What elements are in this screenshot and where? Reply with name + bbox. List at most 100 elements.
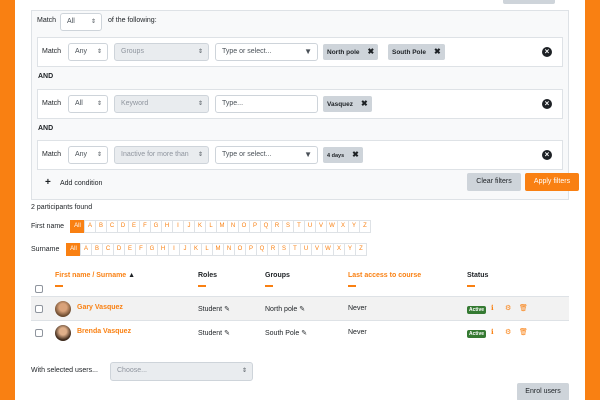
- tag-vasquez: Vasquez ✖: [323, 96, 372, 112]
- match-all-value: All: [67, 18, 75, 25]
- row-field-select[interactable]: Keyword ⇕: [114, 95, 209, 113]
- participants-page: Match All ⇕ of the following: Match Any ⇕ …: [15, 0, 585, 400]
- row-checkbox[interactable]: [35, 329, 43, 337]
- info-icon[interactable]: ℹ: [491, 328, 494, 336]
- header-name[interactable]: First name / Surname ▲: [55, 272, 135, 279]
- row-field-value: Groups: [121, 48, 144, 55]
- user-name-link[interactable]: Brenda Vasquez: [77, 328, 131, 335]
- row-field-value: Keyword: [121, 100, 149, 107]
- apply-filters-button[interactable]: Apply filters: [525, 173, 579, 191]
- surname-label: Surname: [31, 246, 60, 253]
- group-cell: North pole ✎: [265, 305, 305, 313]
- row-match-label: Match: [42, 100, 62, 107]
- remove-condition-icon[interactable]: ×: [542, 99, 552, 109]
- table-row: Gary Vasquez Student ✎ North pole ✎ Neve…: [31, 296, 569, 320]
- bulk-action-label: With selected users...: [31, 367, 98, 374]
- role-value: Student: [198, 306, 223, 313]
- header-roles: Roles: [198, 272, 218, 279]
- row-value-input[interactable]: Type...: [215, 95, 318, 113]
- first-name-label: First name: [31, 223, 65, 230]
- trash-icon[interactable]: 🗑: [519, 304, 528, 312]
- filter-row-groups: Match Any ⇕ Groups ⇕ Type or select... ▼ No…: [37, 37, 563, 67]
- collapse-column-icon[interactable]: [265, 285, 273, 287]
- row-value-placeholder: Type or select...: [222, 48, 272, 55]
- surname-letter[interactable]: Z: [355, 243, 367, 256]
- header-first-name[interactable]: First name: [55, 272, 90, 279]
- avatar: [55, 301, 71, 317]
- row-match-value: Any: [75, 151, 88, 158]
- pencil-icon[interactable]: ✎: [224, 306, 230, 313]
- trash-icon[interactable]: 🗑: [519, 328, 528, 336]
- group-value: North pole: [265, 306, 298, 313]
- tag-4-days: 4 days ✖: [323, 147, 363, 163]
- and-label: AND: [38, 125, 54, 132]
- row-match-label: Match: [42, 151, 62, 158]
- tag-label: South Pole: [392, 49, 426, 56]
- bulk-action-placeholder: Choose...: [117, 367, 147, 374]
- role-cell: Student ✎: [198, 305, 230, 313]
- row-field-select[interactable]: Inactive for more than ⇕: [114, 146, 209, 164]
- info-icon[interactable]: ℹ: [491, 304, 494, 312]
- row-checkbox[interactable]: [35, 305, 43, 313]
- table-row: Brenda Vasquez Student ✎ South Pole ✎ Ne…: [31, 320, 569, 344]
- gear-icon[interactable]: ⚙: [505, 328, 511, 336]
- status-badge: Active: [467, 330, 487, 338]
- user-name-link[interactable]: Gary Vasquez: [77, 304, 123, 311]
- tag-north-pole: North pole ✖: [323, 44, 379, 60]
- remove-tag-icon[interactable]: ✖: [368, 47, 375, 56]
- row-value-select[interactable]: Type or select... ▼: [215, 146, 318, 164]
- dropdown-icon: ▼: [304, 150, 312, 159]
- tag-south-pole: South Pole ✖: [388, 44, 445, 60]
- row-match-select[interactable]: Any ⇕: [68, 146, 108, 164]
- enrol-users-button[interactable]: Enrol users: [517, 383, 569, 400]
- row-match-select[interactable]: All ⇕: [68, 95, 108, 113]
- bulk-action-select[interactable]: Choose... ⇕: [110, 362, 253, 381]
- collapse-column-icon[interactable]: [55, 285, 63, 287]
- match-label: Match: [37, 17, 57, 24]
- row-value-placeholder: Type...: [222, 100, 244, 107]
- header-last-access[interactable]: Last access to course: [348, 272, 421, 279]
- match-all-select[interactable]: All ⇕: [60, 13, 102, 31]
- filter-panel: Match All ⇕ of the following: Match Any ⇕ …: [31, 10, 579, 200]
- remove-tag-icon[interactable]: ✖: [361, 99, 368, 108]
- pencil-icon[interactable]: ✎: [224, 330, 230, 337]
- remove-tag-icon[interactable]: ✖: [434, 47, 441, 56]
- row-match-label: Match: [42, 48, 62, 55]
- collapse-column-icon[interactable]: [467, 285, 475, 287]
- filter-row-inactive: Match Any ⇕ Inactive for more than ⇕ Type …: [37, 140, 563, 170]
- dropdown-icon: ▼: [304, 47, 312, 56]
- collapse-column-icon[interactable]: [198, 285, 206, 287]
- pencil-icon[interactable]: ✎: [301, 330, 307, 337]
- participants-count: 2 participants found: [31, 204, 93, 211]
- select-all-checkbox[interactable]: [35, 285, 43, 293]
- plus-icon[interactable]: +: [45, 177, 51, 188]
- filter-row-keyword: Match All ⇕ Keyword ⇕ Type... Vasquez ✖ ×: [37, 89, 563, 119]
- add-condition-link[interactable]: Add condition: [60, 180, 102, 187]
- and-label: AND: [38, 73, 54, 80]
- gear-icon[interactable]: ⚙: [505, 304, 511, 312]
- last-access-cell: Never: [348, 329, 367, 336]
- top-button-edge[interactable]: [503, 0, 555, 4]
- row-match-select[interactable]: Any ⇕: [68, 43, 108, 61]
- surname-all[interactable]: All: [66, 243, 81, 256]
- updown-icon: ⇕: [241, 368, 247, 374]
- remove-tag-icon[interactable]: ✖: [352, 150, 359, 159]
- remove-condition-icon[interactable]: ×: [542, 47, 552, 57]
- first-name-letter[interactable]: Z: [359, 220, 371, 233]
- surname-initials: All A B C D E F G H I J K L M N O P Q R S T U V W X Y Z: [66, 243, 367, 256]
- collapse-column-icon[interactable]: [348, 285, 356, 287]
- row-field-select[interactable]: Groups ⇕: [114, 43, 209, 61]
- header-surname[interactable]: Surname: [96, 272, 126, 279]
- row-match-value: Any: [75, 48, 88, 55]
- updown-icon: ⇕: [96, 101, 102, 107]
- clear-filters-button[interactable]: Clear filters: [467, 173, 521, 191]
- avatar: [55, 325, 71, 341]
- header-status: Status: [467, 272, 489, 279]
- pencil-icon[interactable]: ✎: [299, 306, 305, 313]
- sort-asc-icon: ▲: [128, 272, 136, 279]
- first-name-all[interactable]: All: [70, 220, 85, 233]
- row-value-select[interactable]: Type or select... ▼: [215, 43, 318, 61]
- group-cell: South Pole ✎: [265, 329, 307, 337]
- remove-condition-icon[interactable]: ×: [542, 150, 552, 160]
- updown-icon: ⇕: [197, 147, 203, 163]
